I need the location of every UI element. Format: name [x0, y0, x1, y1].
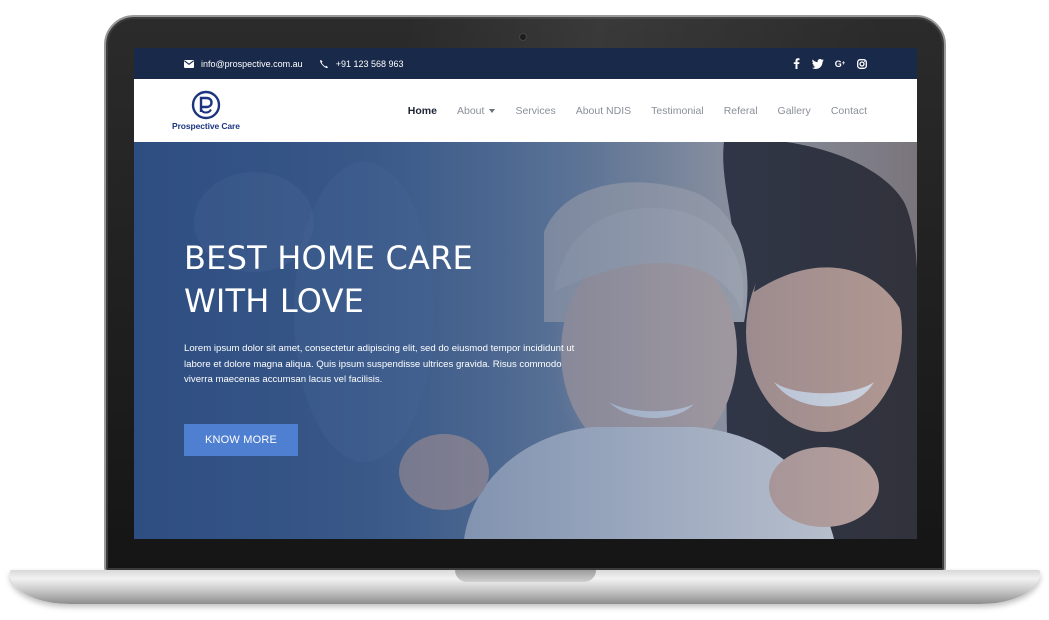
nav-item-label: Referal [723, 104, 758, 117]
nav-item-about-ndis[interactable]: About NDIS [576, 105, 631, 117]
phone-text: +91 123 568 963 [335, 58, 404, 69]
nav-item-contact[interactable]: Contact [831, 105, 867, 117]
brand-name: Prospective Care [172, 121, 240, 131]
nav-item-label: Contact [830, 104, 867, 117]
screen: info@prospective.com.au +91 123 568 963 … [134, 48, 917, 539]
main-navbar: Prospective Care Home About Services Abo… [134, 79, 917, 142]
phone-icon [319, 59, 329, 69]
laptop-notch [455, 570, 596, 582]
nav-menu: Home About Services About NDIS Testimoni… [388, 105, 867, 117]
nav-item-label: About [456, 104, 485, 117]
webcam [519, 33, 527, 41]
nav-item-referal[interactable]: Referal [724, 105, 758, 117]
brand-logo[interactable]: Prospective Care [172, 90, 240, 131]
top-contact-bar: info@prospective.com.au +91 123 568 963 … [134, 48, 917, 79]
google-plus-icon[interactable]: G + [833, 57, 847, 71]
nav-item-testimonial[interactable]: Testimonial [651, 105, 704, 117]
hero-section: BEST HOME CARE WITH LOVE Lorem ipsum dol… [134, 142, 917, 539]
nav-item-home[interactable]: Home [408, 105, 437, 117]
twitter-icon[interactable] [811, 57, 825, 71]
caret-down-icon [489, 108, 496, 113]
prospective-care-logo-mark [191, 90, 221, 120]
hero-content: BEST HOME CARE WITH LOVE Lorem ipsum dol… [184, 237, 604, 456]
nav-item-about[interactable]: About [456, 104, 496, 117]
nav-item-label: Testimonial [651, 104, 704, 117]
nav-item-label: Home [407, 104, 437, 117]
nav-item-label: About NDIS [575, 104, 632, 117]
nav-item-label: Gallery [777, 104, 811, 117]
facebook-icon[interactable] [789, 57, 803, 71]
nav-item-label: Services [515, 104, 556, 117]
envelope-icon [184, 59, 194, 69]
email-text: info@prospective.com.au [201, 58, 303, 69]
instagram-icon[interactable] [855, 57, 869, 71]
phone-link[interactable]: +91 123 568 963 [319, 59, 404, 69]
nav-item-gallery[interactable]: Gallery [778, 105, 811, 117]
nav-item-services[interactable]: Services [515, 105, 555, 117]
hero-description: Lorem ipsum dolor sit amet, consectetur … [184, 343, 575, 385]
know-more-button[interactable]: KNOW MORE [184, 423, 298, 456]
email-link[interactable]: info@prospective.com.au [184, 59, 303, 69]
social-links: G + [781, 57, 869, 71]
hero-title: BEST HOME CARE WITH LOVE [184, 239, 473, 320]
